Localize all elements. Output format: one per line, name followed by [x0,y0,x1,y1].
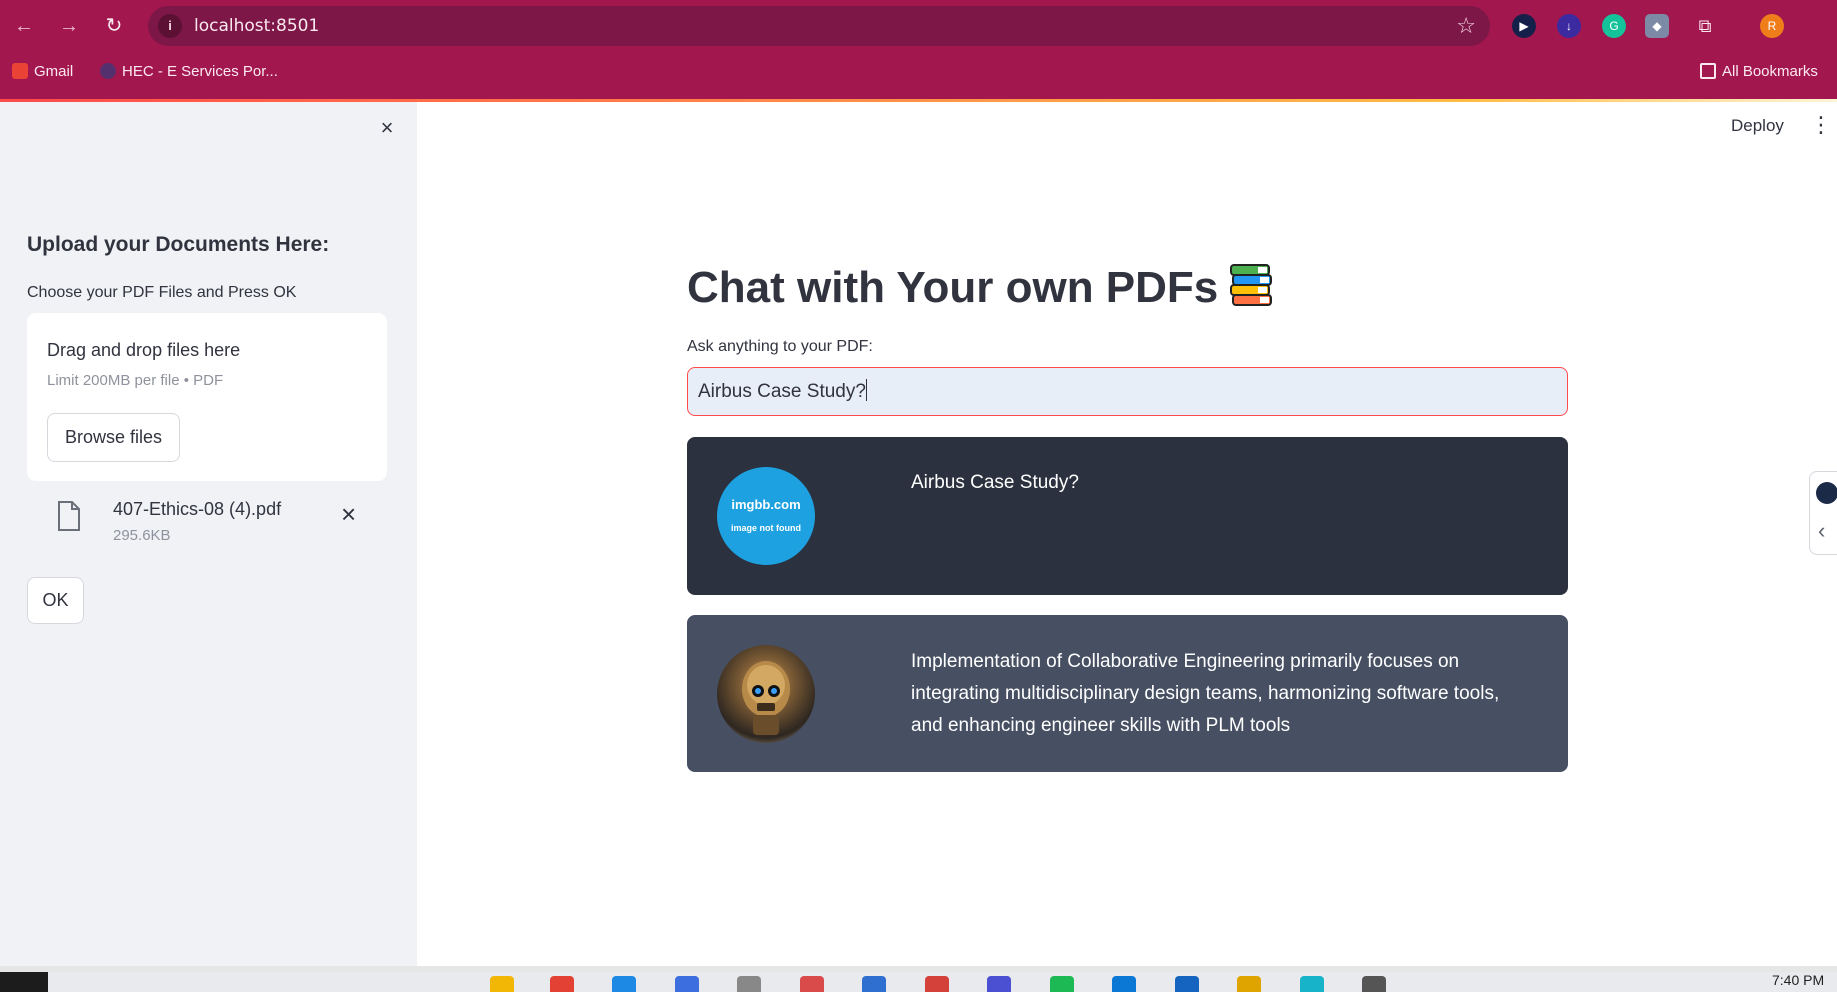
bookmarks-bar: Gmail HEC - E Services Por... All Bookma… [0,60,1837,84]
bot-avatar [717,645,815,743]
bookmark-hec[interactable]: HEC - E Services Por... [100,60,278,84]
taskbar-app-icon[interactable] [862,976,886,992]
folder-icon [1700,63,1716,79]
uploaded-file: 407-Ethics-08 (4).pdf 295.6KB × [27,495,387,555]
gmail-icon [12,63,28,79]
address-bar[interactable]: i localhost:8501 ☆ [148,6,1490,46]
sidebar-heading: Upload your Documents Here: [27,233,330,256]
bookmark-hec-label: HEC - E Services Por... [122,63,278,80]
browse-files-button[interactable]: Browse files [47,413,180,462]
file-size: 295.6KB [113,527,171,544]
back-icon[interactable]: ← [10,12,38,40]
taskbar-app-icon[interactable] [1175,976,1199,992]
assistant-icon [1816,482,1837,504]
deploy-button[interactable]: Deploy [1731,116,1784,136]
app-header: Deploy ⋮ [417,102,1837,152]
question-input[interactable]: Airbus Case Study? [687,367,1568,416]
taskbar-chrome-icon[interactable] [925,976,949,992]
taskbar-app-icon[interactable] [1362,976,1386,992]
main-menu-icon[interactable]: ⋮ [1810,114,1832,136]
taskbar-app-icon[interactable] [1112,976,1136,992]
browser-chrome: ← → ↻ i localhost:8501 ☆ ▶ ↓ G ◆ ⧉ R Gma… [0,0,1837,99]
taskbar-vscode-icon[interactable] [675,976,699,992]
avatar-placeholder-title: imgbb.com [731,497,801,512]
address-url[interactable]: localhost:8501 [194,16,319,36]
taskbar-explorer-icon[interactable] [490,976,514,992]
start-icon[interactable] [0,972,48,992]
taskbar-app-icon[interactable] [612,976,636,992]
close-sidebar-icon[interactable]: × [375,116,399,140]
dropzone-title: Drag and drop files here [47,340,241,360]
taskbar-app-icon[interactable] [1300,976,1324,992]
text-caret [865,379,867,401]
bot-message-text: Implementation of Collaborative Engineer… [911,651,1500,736]
taskbar-app-icon[interactable] [987,976,1011,992]
file-icon [58,501,80,531]
robot-face-icon [742,661,790,735]
question-input-value: Airbus Case Study? [698,381,866,402]
browser-toolbar: ← → ↻ i localhost:8501 ☆ ▶ ↓ G ◆ ⧉ R [0,0,1837,52]
file-dropzone[interactable]: Drag and drop files here Limit 200MB per… [27,313,387,481]
reload-icon[interactable]: ↻ [100,12,128,40]
extension-play-icon[interactable]: ▶ [1512,14,1536,38]
user-message-text: Airbus Case Study? [911,472,1079,493]
ok-button[interactable]: OK [27,577,84,624]
taskbar-app-icon[interactable] [800,976,824,992]
taskbar-app-icon[interactable] [737,976,761,992]
extensions-puzzle-icon[interactable]: ⧉ [1693,14,1717,38]
taskbar-clock: 7:40 PM [1772,972,1825,988]
bookmark-gmail-label: Gmail [34,63,74,80]
taskbar-app-icon[interactable] [1237,976,1261,992]
taskbar-app-icon[interactable] [550,976,574,992]
side-panel-toggle[interactable]: ‹ [1809,471,1837,555]
avatar-placeholder-subtitle: image not found [731,523,801,533]
user-avatar: imgbb.com image not found [717,467,815,565]
profile-avatar[interactable]: R [1760,14,1784,38]
hec-icon [100,63,116,79]
grammarly-icon[interactable]: G [1602,14,1626,38]
books-icon [1230,264,1273,306]
extension-download-icon[interactable]: ↓ [1557,14,1581,38]
chevron-left-icon[interactable]: ‹ [1818,518,1825,544]
taskbar-spotify-icon[interactable] [1050,976,1074,992]
page-title: Chat with Your own PDFs [687,262,1274,313]
remove-file-icon[interactable]: × [341,501,356,527]
user-message: imgbb.com image not found Airbus Case St… [687,437,1568,595]
site-info-icon[interactable]: i [158,14,182,38]
extension-shield-icon[interactable]: ◆ [1645,14,1669,38]
page-title-text: Chat with Your own PDFs [687,263,1219,312]
question-label: Ask anything to your PDF: [687,338,873,355]
bot-message: Implementation of Collaborative Engineer… [687,615,1568,772]
uploader-caption: Choose your PDF Files and Press OK [27,284,297,301]
bookmark-gmail[interactable]: Gmail [12,60,73,84]
file-name: 407-Ethics-08 (4).pdf [113,499,282,519]
bookmark-star-icon[interactable]: ☆ [1456,13,1476,39]
dropzone-limit: Limit 200MB per file • PDF [47,372,224,389]
forward-icon[interactable]: → [55,12,83,40]
all-bookmarks[interactable]: All Bookmarks [1700,60,1818,84]
os-taskbar: 7:40 PM [0,972,1837,992]
all-bookmarks-label: All Bookmarks [1722,63,1818,80]
